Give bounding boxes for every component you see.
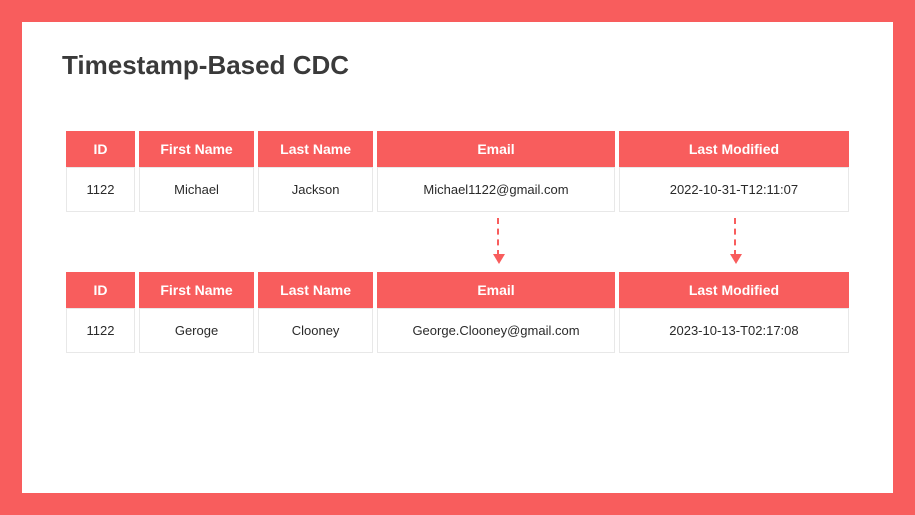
table-row: 1122 Michael Jackson Michael1122@gmail.c… <box>66 167 849 212</box>
col-header-first-name: First Name <box>139 131 254 167</box>
before-table: ID First Name Last Name Email Last Modif… <box>62 131 853 212</box>
cell-last-modified: 2022-10-31-T12:11:07 <box>619 167 849 212</box>
table-header-row: ID First Name Last Name Email Last Modif… <box>66 131 849 167</box>
col-header-last-name: Last Name <box>258 272 373 308</box>
col-header-email: Email <box>377 131 615 167</box>
cell-last-name: Jackson <box>258 167 373 212</box>
cell-email: Michael1122@gmail.com <box>377 167 615 212</box>
col-header-last-modified: Last Modified <box>619 131 849 167</box>
col-header-id: ID <box>66 131 135 167</box>
table-before: ID First Name Last Name Email Last Modif… <box>62 131 853 212</box>
arrows-row <box>62 212 853 272</box>
after-table: ID First Name Last Name Email Last Modif… <box>62 272 853 353</box>
page-title: Timestamp-Based CDC <box>62 50 853 81</box>
table-header-row: ID First Name Last Name Email Last Modif… <box>66 272 849 308</box>
col-header-id: ID <box>66 272 135 308</box>
col-header-last-modified: Last Modified <box>619 272 849 308</box>
cell-id: 1122 <box>66 308 135 353</box>
change-arrow-icon <box>497 218 499 256</box>
cell-last-name: Clooney <box>258 308 373 353</box>
cell-first-name: Michael <box>139 167 254 212</box>
col-header-first-name: First Name <box>139 272 254 308</box>
cell-last-modified: 2023-10-13-T02:17:08 <box>619 308 849 353</box>
table-after: ID First Name Last Name Email Last Modif… <box>62 272 853 353</box>
cell-id: 1122 <box>66 167 135 212</box>
cell-first-name: Geroge <box>139 308 254 353</box>
cell-email: George.Clooney@gmail.com <box>377 308 615 353</box>
col-header-email: Email <box>377 272 615 308</box>
change-arrow-icon <box>734 218 736 256</box>
diagram-canvas: Timestamp-Based CDC ID First Name Last N… <box>22 22 893 493</box>
col-header-last-name: Last Name <box>258 131 373 167</box>
table-row: 1122 Geroge Clooney George.Clooney@gmail… <box>66 308 849 353</box>
